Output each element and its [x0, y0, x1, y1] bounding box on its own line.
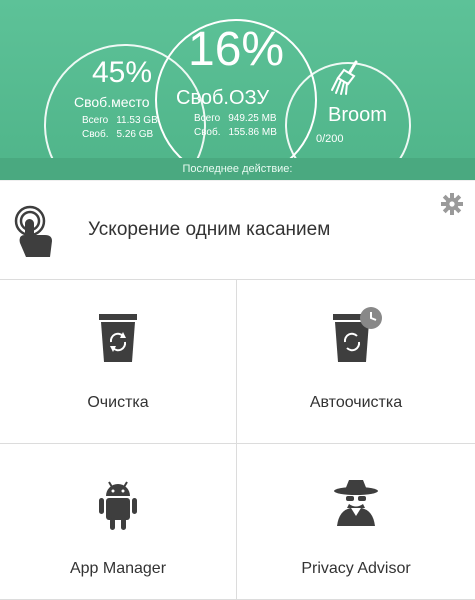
touch-icon — [14, 205, 52, 257]
last-action-text: Последнее действие: — [182, 163, 293, 175]
one-tap-boost-label: Ускорение одним касанием — [88, 219, 331, 240]
ram-details: Всего 949.25 MB Своб. 155.86 MB — [194, 113, 277, 138]
tile-auto-clean-label: Автоочистка — [309, 394, 403, 411]
recycle-bin-icon — [99, 314, 137, 362]
ram-label: Своб.ОЗУ — [176, 87, 270, 109]
gear-icon[interactable] — [441, 193, 463, 215]
auto-clean-icon — [333, 307, 382, 362]
android-icon — [99, 481, 137, 530]
spy-icon — [334, 480, 378, 526]
tile-privacy-advisor-label: Privacy Advisor — [301, 560, 411, 577]
tile-app-manager[interactable]: App Manager — [0, 444, 237, 600]
broom-icon[interactable] — [330, 60, 364, 101]
tile-clean[interactable]: Очистка — [0, 280, 237, 444]
broom-count: 0/200 — [316, 133, 344, 145]
tile-clean-label: Очистка — [87, 394, 149, 411]
ram-percent[interactable]: 16% — [188, 22, 284, 77]
storage-label: Своб.место — [74, 94, 150, 110]
storage-details: Всего 11.53 GB Своб. 5.26 GB — [82, 115, 158, 140]
broom-label[interactable]: Broom — [328, 104, 387, 127]
one-tap-boost-row[interactable]: Ускорение одним касанием — [0, 181, 475, 280]
tile-auto-clean[interactable]: Автоочистка — [237, 280, 475, 444]
storage-percent[interactable]: 45% — [92, 56, 152, 90]
last-action-bar: Последнее действие: — [0, 158, 475, 180]
tile-privacy-advisor[interactable]: Privacy Advisor — [237, 444, 475, 600]
tile-app-manager-label: App Manager — [69, 560, 167, 577]
stats-header: 45% Своб.место Всего 11.53 GB Своб. 5.26 G… — [0, 0, 475, 180]
